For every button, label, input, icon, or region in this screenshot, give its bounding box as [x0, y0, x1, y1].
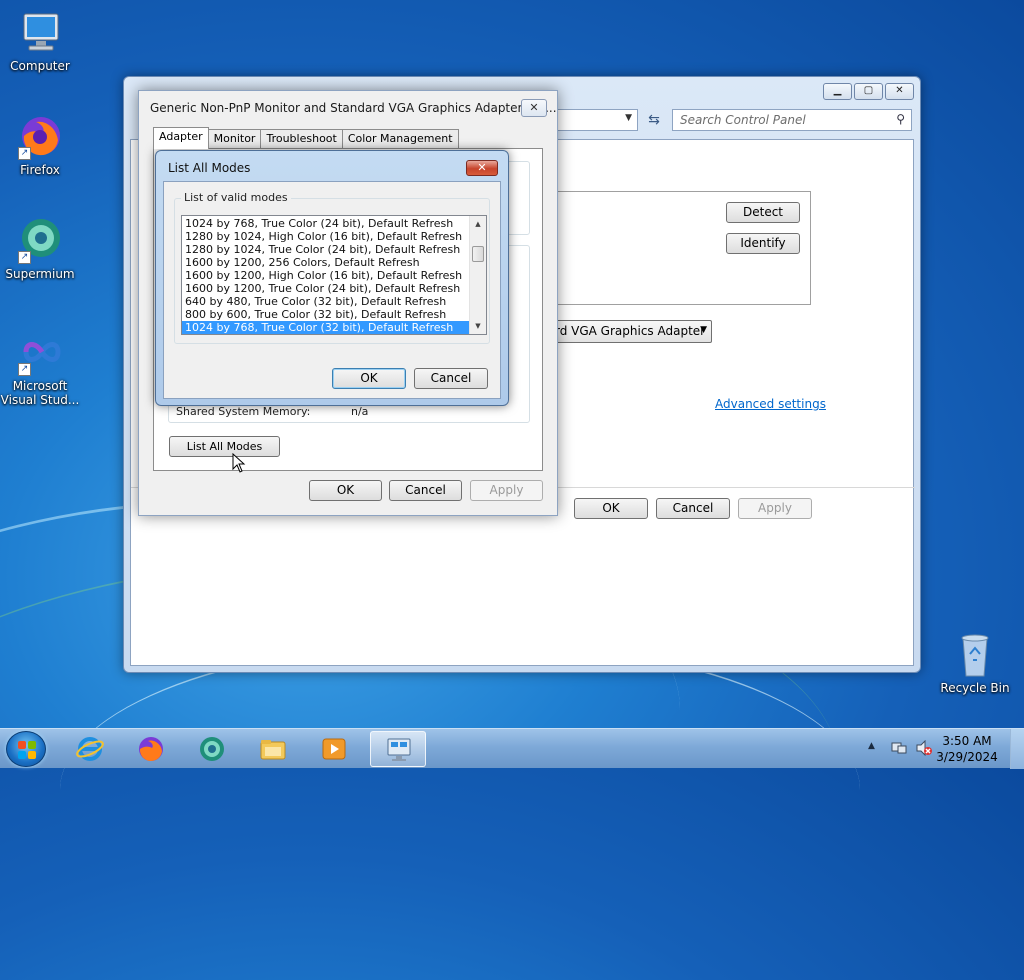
- recycle-bin-icon: [951, 630, 999, 678]
- shortcut-arrow-icon: ↗: [18, 363, 31, 376]
- advanced-settings-link[interactable]: Advanced settings: [715, 397, 826, 411]
- display-adapter-value: rd VGA Graphics Adapter: [555, 324, 706, 338]
- clock-date: 3/29/2024: [936, 750, 998, 764]
- display-settings-icon: [387, 738, 411, 761]
- show-hidden-icons-button[interactable]: ▲: [868, 741, 875, 751]
- tab-strip: Adapter Monitor Troubleshoot Color Manag…: [153, 127, 459, 149]
- chevron-down-icon[interactable]: ▼: [625, 113, 632, 123]
- tab-adapter[interactable]: Adapter: [153, 127, 209, 149]
- list-item[interactable]: 1280 by 1024, True Color (24 bit), Defau…: [182, 243, 469, 256]
- shared-memory-value: n/a: [351, 405, 369, 418]
- show-desktop-button[interactable]: [1010, 729, 1024, 769]
- tab-color-management[interactable]: Color Management: [341, 129, 459, 149]
- cp-cancel-button[interactable]: Cancel: [656, 498, 730, 519]
- mouse-cursor-icon: [232, 453, 246, 473]
- tab-troubleshoot[interactable]: Troubleshoot: [260, 129, 343, 149]
- taskbar-display-settings[interactable]: [370, 731, 426, 767]
- modes-listbox[interactable]: 1024 by 768, True Color (24 bit), Defaul…: [181, 215, 487, 335]
- list-item[interactable]: 1280 by 1024, High Color (16 bit), Defau…: [182, 230, 469, 243]
- detect-button[interactable]: Detect: [726, 202, 800, 223]
- group-title: List of valid modes: [181, 191, 291, 204]
- taskbar-file-explorer[interactable]: [245, 731, 301, 767]
- modes-cancel-button[interactable]: Cancel: [414, 368, 488, 389]
- desktop-icon-firefox[interactable]: ↗ Firefox: [0, 112, 80, 177]
- desktop-icon-label: Recycle Bin: [940, 681, 1010, 695]
- taskbar-internet-explorer[interactable]: [62, 731, 118, 767]
- desktop-icon-label: Computer: [10, 59, 70, 73]
- cp-ok-button[interactable]: OK: [574, 498, 648, 519]
- shortcut-arrow-icon: ↗: [18, 147, 31, 160]
- list-item[interactable]: 1600 by 1200, 256 Colors, Default Refres…: [182, 256, 469, 269]
- minimize-button[interactable]: ▁: [823, 83, 852, 100]
- scroll-thumb[interactable]: [472, 246, 484, 262]
- desktop-icon-visual-studio[interactable]: ↗ Microsoft Visual Stud...: [0, 328, 80, 407]
- cp-apply-button[interactable]: Apply: [738, 498, 812, 519]
- list-item-selected[interactable]: 1024 by 768, True Color (32 bit), Defaul…: [182, 321, 469, 334]
- supermium-icon: [200, 737, 224, 761]
- system-clock[interactable]: 3:50 AM 3/29/2024: [932, 733, 1002, 765]
- desktop-icon-label: Supermium: [5, 267, 75, 281]
- list-item[interactable]: 640 by 480, True Color (32 bit), Default…: [182, 295, 469, 308]
- desktop-icon-recycle-bin[interactable]: Recycle Bin: [935, 630, 1015, 695]
- desktop-icon-supermium[interactable]: ↗ Supermium: [0, 216, 80, 281]
- shared-memory-label: Shared System Memory:: [176, 405, 311, 418]
- search-input[interactable]: Search Control Panel ⚲: [672, 109, 912, 131]
- properties-ok-button[interactable]: OK: [309, 480, 382, 501]
- internet-explorer-icon: [76, 737, 104, 761]
- firefox-icon: [139, 737, 163, 762]
- vertical-scrollbar[interactable]: ▲ ▼: [469, 216, 486, 334]
- scroll-up-icon[interactable]: ▲: [470, 216, 486, 232]
- taskbar-firefox[interactable]: [123, 731, 179, 767]
- taskbar: ▲ 3:50 AM 3/29/2024: [0, 728, 1024, 769]
- close-button[interactable]: ✕: [885, 83, 914, 100]
- computer-icon: [16, 8, 64, 56]
- list-item[interactable]: 800 by 600, True Color (32 bit), Default…: [182, 308, 469, 321]
- network-icon[interactable]: [891, 740, 907, 756]
- desktop-icon-label: Microsoft Visual Stud...: [0, 379, 80, 407]
- clock-time: 3:50 AM: [942, 734, 992, 748]
- taskbar-supermium[interactable]: [184, 731, 240, 767]
- volume-muted-icon[interactable]: [915, 739, 933, 757]
- valid-modes-group: List of valid modes 1024 by 768, True Co…: [174, 191, 490, 344]
- address-bar[interactable]: ▼: [554, 109, 638, 131]
- desktop-icon-computer[interactable]: Computer: [0, 8, 80, 73]
- dialog-title: List All Modes: [168, 161, 251, 175]
- search-placeholder: Search Control Panel: [680, 113, 806, 127]
- search-icon[interactable]: ⚲: [896, 112, 905, 126]
- taskbar-media-player[interactable]: [306, 731, 362, 767]
- list-all-modes-button[interactable]: List All Modes: [169, 436, 280, 457]
- chevron-down-icon: ▼: [700, 325, 707, 335]
- list-item[interactable]: 1600 by 1200, High Color (16 bit), Defau…: [182, 269, 469, 282]
- list-item[interactable]: 1024 by 768, True Color (24 bit), Defaul…: [182, 217, 469, 230]
- supermium-icon: ↗: [16, 216, 64, 264]
- shortcut-arrow-icon: ↗: [18, 251, 31, 264]
- list-item[interactable]: 1600 by 1200, True Color (24 bit), Defau…: [182, 282, 469, 295]
- maximize-button[interactable]: ▢: [854, 83, 883, 100]
- properties-cancel-button[interactable]: Cancel: [389, 480, 462, 501]
- dialog-body: List of valid modes 1024 by 768, True Co…: [163, 181, 501, 399]
- close-button[interactable]: ✕: [521, 99, 547, 117]
- firefox-icon: ↗: [16, 112, 64, 160]
- display-adapter-select[interactable]: rd VGA Graphics Adapter ▼: [550, 320, 712, 343]
- scroll-down-icon[interactable]: ▼: [470, 318, 486, 334]
- list-all-modes-dialog: List All Modes ✕ List of valid modes 102…: [155, 150, 509, 406]
- close-button[interactable]: ✕: [466, 160, 498, 176]
- modes-ok-button[interactable]: OK: [332, 368, 406, 389]
- start-button[interactable]: [6, 731, 46, 767]
- caption-buttons: ▁ ▢ ✕: [823, 83, 914, 100]
- windows-logo-icon: [18, 741, 36, 759]
- refresh-icon[interactable]: ⇆: [642, 109, 666, 131]
- identify-button[interactable]: Identify: [726, 233, 800, 254]
- visual-studio-icon: ↗: [16, 328, 64, 376]
- properties-apply-button[interactable]: Apply: [470, 480, 543, 501]
- file-explorer-icon: [260, 740, 286, 760]
- desktop-icon-label: Firefox: [20, 163, 60, 177]
- tab-monitor[interactable]: Monitor: [207, 129, 262, 149]
- media-player-icon: [322, 738, 346, 760]
- dialog-title: Generic Non-PnP Monitor and Standard VGA…: [150, 101, 557, 115]
